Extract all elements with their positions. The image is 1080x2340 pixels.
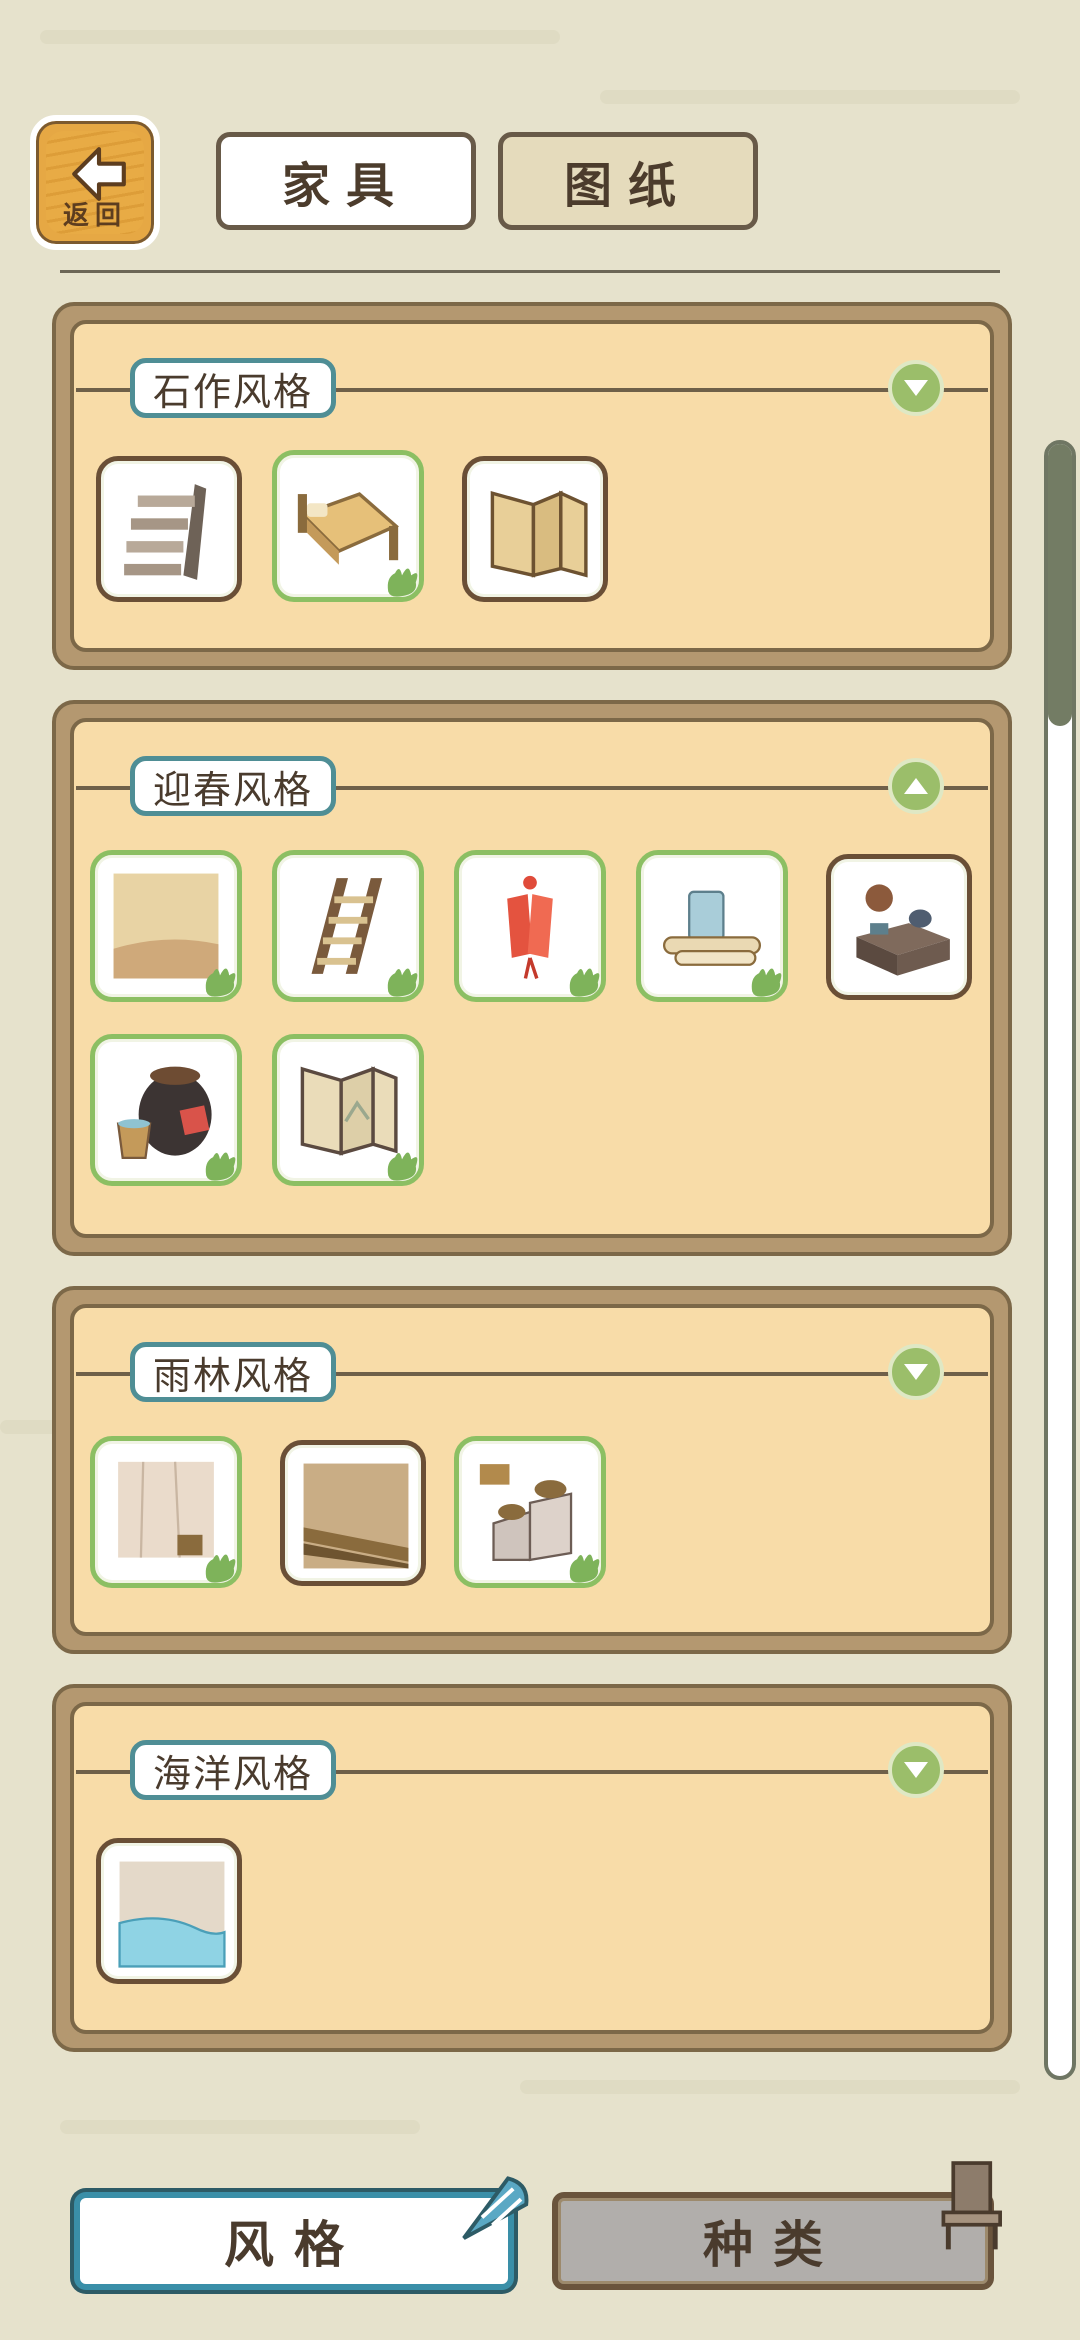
shell-icon: [462, 2176, 529, 2240]
frog-paw-icon: [205, 1554, 236, 1583]
frog-paw-icon: [205, 968, 236, 997]
section-title: 石作风格: [130, 358, 337, 418]
background-streak: [520, 2080, 1020, 2094]
frog-paw-icon: [387, 968, 418, 997]
pool-floor-icon: [118, 1861, 226, 1968]
back-button[interactable]: 返回: [30, 115, 160, 250]
section-title: 雨林风格: [130, 1342, 337, 1402]
furniture-item-stone-stairs[interactable]: [96, 456, 242, 602]
background-streak: [60, 2120, 420, 2134]
furniture-item-stone-bed[interactable]: [272, 450, 424, 602]
floor-icon: [303, 1463, 409, 1569]
frog-paw-icon: [751, 968, 782, 997]
chevron-down-icon[interactable]: [888, 360, 944, 416]
section-title: 迎春风格: [130, 756, 337, 816]
furniture-item-rainforest-wall[interactable]: [90, 1436, 242, 1588]
tab-blueprint[interactable]: 图纸: [498, 132, 758, 230]
frog-paw-icon: [569, 968, 600, 997]
furniture-item-spring-floor[interactable]: [90, 850, 242, 1002]
tab-furniture[interactable]: 家具: [216, 132, 476, 230]
tab-kind[interactable]: 种类: [552, 2192, 994, 2290]
back-label: 返回: [62, 201, 127, 231]
scrollbar-thumb[interactable]: [1048, 444, 1072, 726]
stairs-icon: [124, 484, 207, 580]
header-divider: [60, 270, 1000, 273]
tab-style[interactable]: 风格: [74, 2192, 514, 2290]
furniture-item-tea-stove[interactable]: [826, 854, 972, 1000]
furniture-item-jar-bucket[interactable]: [90, 1034, 242, 1186]
background-streak: [40, 30, 560, 44]
frog-paw-icon: [205, 1152, 236, 1181]
furniture-item-landscape-screen[interactable]: [272, 1034, 424, 1186]
furniture-item-clay-oven[interactable]: [454, 1436, 606, 1588]
furniture-item-spring-ladder[interactable]: [272, 850, 424, 1002]
tea-stove-icon: [856, 884, 950, 976]
chevron-up-icon[interactable]: [888, 758, 944, 814]
folding-screen-icon: [490, 490, 588, 578]
style-section-ocean: 海洋风格: [52, 1684, 1012, 2052]
frog-paw-icon: [569, 1554, 600, 1583]
frog-paw-icon: [387, 1152, 418, 1181]
frog-paw-icon: [387, 568, 418, 597]
style-section-rainforest: 雨林风格: [52, 1286, 1012, 1654]
list-scrollbar[interactable]: [1044, 440, 1076, 2080]
style-section-spring: 迎春风格: [52, 700, 1012, 1256]
chevron-down-icon[interactable]: [888, 1742, 944, 1798]
furniture-item-ocean-pool[interactable]: [96, 1838, 242, 1984]
furniture-item-stone-screen[interactable]: [462, 456, 608, 602]
section-title: 海洋风格: [130, 1740, 337, 1800]
furniture-item-cup-scrolls[interactable]: [636, 850, 788, 1002]
background-streak: [600, 90, 1020, 104]
furniture-item-rainforest-floor[interactable]: [280, 1440, 426, 1586]
furniture-item-red-charms[interactable]: [454, 850, 606, 1002]
style-section-stone: 石作风格: [52, 302, 1012, 670]
chair-icon: [941, 2161, 1002, 2250]
chevron-down-icon[interactable]: [888, 1344, 944, 1400]
